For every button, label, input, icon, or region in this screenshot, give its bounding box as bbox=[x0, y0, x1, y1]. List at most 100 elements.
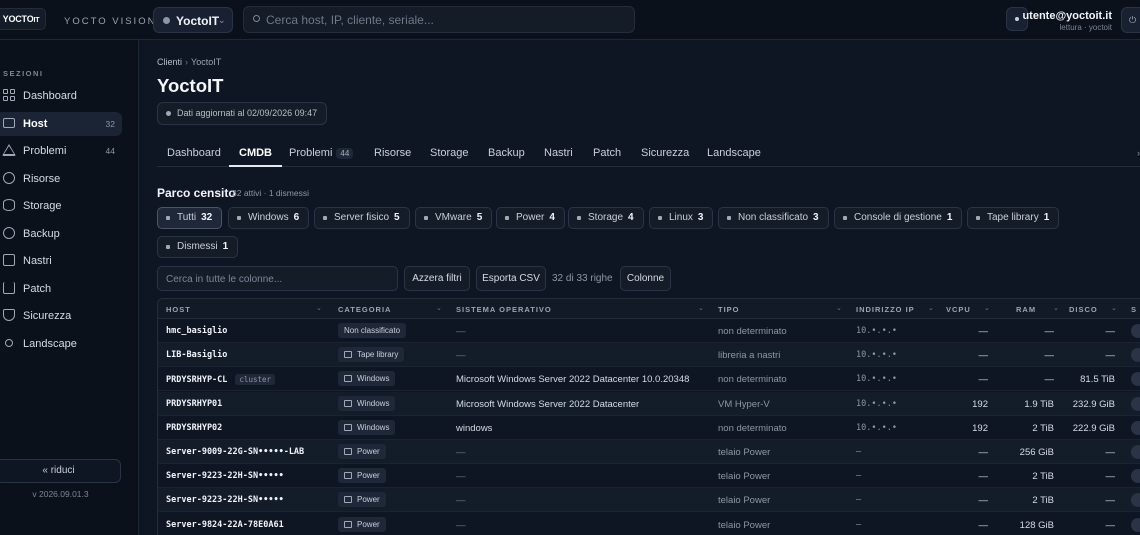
cell-disco: — bbox=[1105, 326, 1116, 337]
sidebar-item-label: Host bbox=[23, 117, 48, 130]
column-header-indirizzo-ip[interactable]: INDIRIZZO IP bbox=[856, 305, 915, 314]
sidebar-item-patch[interactable]: Patch bbox=[0, 277, 122, 301]
filter-chip-vmware[interactable]: VMware 5 bbox=[415, 207, 493, 229]
global-search[interactable] bbox=[243, 6, 635, 33]
chip-count: 3 bbox=[697, 212, 704, 223]
sort-icon[interactable]: ⌄ bbox=[436, 304, 442, 312]
tab-problemi[interactable]: Problemi 44 bbox=[289, 140, 354, 167]
column-header-categoria[interactable]: CATEGORIA bbox=[338, 305, 391, 314]
cell-host[interactable]: hmc_basiglio bbox=[166, 326, 227, 336]
sort-icon[interactable]: ⌄ bbox=[836, 304, 842, 312]
cell-ip: 10.•.•.• bbox=[856, 398, 897, 409]
sidebar-item-host[interactable]: Host 32 bbox=[0, 111, 122, 136]
tab-risorse[interactable]: Risorse bbox=[374, 140, 411, 167]
sidebar-item-storage[interactable]: Storage bbox=[0, 194, 122, 218]
cell-vcpu: 192 bbox=[972, 398, 988, 410]
table-row[interactable]: PRDYSRHYP-CL cluster Windows Microsoft Wind… bbox=[158, 367, 1140, 392]
sidebar-item-backup[interactable]: Backup bbox=[0, 222, 122, 246]
columns-button[interactable]: Colonne bbox=[620, 266, 671, 291]
user-info[interactable]: utente@yoctoit.it lettura · yoctoit bbox=[1022, 10, 1112, 32]
sort-icon[interactable]: ⌄ bbox=[698, 304, 704, 312]
sidebar-item-nastri[interactable]: Nastri bbox=[0, 249, 122, 273]
column-header-s[interactable]: S bbox=[1131, 305, 1137, 314]
tenant-selector[interactable]: YoctoIT ⌄ bbox=[153, 7, 233, 33]
filter-chip-server-fisico[interactable]: Server fisico 5 bbox=[314, 207, 410, 229]
export-csv-button[interactable]: Esporta CSV bbox=[476, 266, 546, 291]
filter-chip-storage[interactable]: Storage 4 bbox=[568, 207, 644, 229]
cell-os: — bbox=[456, 519, 466, 531]
cell-disco: — bbox=[1105, 519, 1116, 531]
cell-host[interactable]: LIB-Basiglio bbox=[166, 350, 227, 360]
sort-icon[interactable]: ⌄ bbox=[1111, 304, 1117, 312]
tab-storage[interactable]: Storage bbox=[430, 140, 469, 167]
cell-host[interactable]: PRDYSRHYP-CL cluster bbox=[166, 374, 276, 386]
tab-backup[interactable]: Backup bbox=[488, 140, 525, 167]
cell-host[interactable]: Server-9223-22H-SN••••• bbox=[166, 495, 284, 505]
table-filter-input[interactable] bbox=[166, 271, 391, 287]
search-icon bbox=[253, 15, 260, 22]
database-icon bbox=[3, 199, 15, 211]
column-header-tipo[interactable]: TIPO bbox=[718, 305, 740, 314]
tab-sicurezza[interactable]: Sicurezza bbox=[641, 140, 689, 167]
sidebar-item-landscape[interactable]: Landscape bbox=[0, 332, 122, 356]
table-row[interactable]: Server-9009-22G-SN•••••-LAB Power — telaio … bbox=[158, 440, 1140, 464]
column-header-host[interactable]: HOST bbox=[166, 305, 191, 314]
sort-icon[interactable]: ⌄ bbox=[1053, 304, 1059, 312]
sidebar-item-risorse[interactable]: Risorse bbox=[0, 167, 122, 191]
filter-chip-dismessi[interactable]: Dismessi 1 bbox=[157, 236, 239, 258]
filter-chip-windows[interactable]: Windows 6 bbox=[228, 207, 310, 229]
logo[interactable]: YOCTOIT bbox=[0, 8, 46, 30]
category-label: Power bbox=[357, 471, 380, 481]
table-filter[interactable] bbox=[157, 266, 398, 291]
filter-chip-power[interactable]: Power 4 bbox=[496, 207, 565, 229]
cell-host[interactable]: Server-9824-22A-78E0A61 bbox=[166, 520, 284, 530]
table-row[interactable]: PRDYSRHYP02 Windows windows non determinato… bbox=[158, 416, 1140, 440]
cell-host[interactable]: PRDYSRHYP02 bbox=[166, 423, 222, 433]
column-header-ram[interactable]: RAM bbox=[1016, 305, 1036, 314]
cell-host[interactable]: Server-9223-22H-SN••••• bbox=[166, 471, 284, 481]
sidebar-item-problemi[interactable]: Problemi 44 bbox=[0, 139, 122, 163]
table-row[interactable]: PRDYSRHYP01 Windows Microsoft Windows Serv… bbox=[158, 391, 1140, 416]
cell-host[interactable]: PRDYSRHYP01 bbox=[166, 399, 222, 409]
breadcrumb-root-link[interactable]: Clienti bbox=[157, 57, 182, 67]
cell-host[interactable]: Server-9009-22G-SN•••••-LAB bbox=[166, 447, 304, 457]
table-row[interactable]: Server-9824-22A-78E0A61 Power — telaio Powe… bbox=[158, 513, 1140, 535]
cell-tipo: telaio Power bbox=[718, 495, 771, 507]
reset-filters-button[interactable]: Azzera filtri bbox=[404, 266, 470, 291]
category-badge: Windows bbox=[338, 371, 396, 387]
sort-icon[interactable]: ⌄ bbox=[316, 304, 322, 312]
sidebar-item-count: 44 bbox=[105, 146, 115, 156]
column-header-disco[interactable]: DISCO bbox=[1069, 305, 1098, 314]
sidebar-nav: Dashboard Host 32 Problemi 44 Risorse St… bbox=[0, 84, 139, 359]
table-row[interactable]: hmc_basiglio Non classificato — non determi… bbox=[158, 319, 1140, 343]
user-role: lettura · yoctoit bbox=[1059, 23, 1112, 32]
table-row[interactable]: LIB-Basiglio Tape library — libreria a nast… bbox=[158, 343, 1140, 368]
column-header-vcpu[interactable]: VCPU bbox=[946, 305, 971, 314]
tab-landscape[interactable]: Landscape bbox=[707, 140, 761, 167]
tab-patch[interactable]: Patch bbox=[593, 140, 621, 167]
filter-chip-console-di-gestione[interactable]: Console di gestione 1 bbox=[834, 207, 963, 229]
table-row[interactable]: Server-9223-22H-SN••••• Power — telaio Powe… bbox=[158, 488, 1140, 513]
sidebar-item-dashboard[interactable]: Dashboard bbox=[0, 84, 122, 108]
filter-chip-tape-library[interactable]: Tape library 1 bbox=[967, 207, 1060, 229]
chip-count: 1 bbox=[946, 212, 953, 223]
cell-os: — bbox=[456, 447, 466, 458]
sort-icon[interactable]: ⌄ bbox=[928, 304, 934, 312]
tab-dashboard[interactable]: Dashboard bbox=[167, 140, 221, 167]
filter-chip-linux[interactable]: Linux 3 bbox=[649, 207, 714, 229]
tab-nastri[interactable]: Nastri bbox=[544, 140, 573, 167]
sidebar-item-sicurezza[interactable]: Sicurezza bbox=[0, 304, 122, 328]
top-bar: YOCTOIT YOCTO VISION YoctoIT ⌄ utente@yo… bbox=[0, 0, 1140, 40]
logout-button[interactable]: ⏻ bbox=[1121, 7, 1140, 33]
global-search-input[interactable] bbox=[266, 11, 626, 29]
column-header-sistema-operativo[interactable]: SISTEMA OPERATIVO bbox=[456, 305, 552, 314]
chip-label: Tape library bbox=[987, 212, 1039, 223]
table-row[interactable]: Server-9223-22H-SN••••• Power — telaio Powe… bbox=[158, 464, 1140, 489]
chip-count: 1 bbox=[1043, 212, 1050, 223]
tab-cmdb[interactable]: CMDB bbox=[229, 140, 282, 167]
table-header: HOST ⌄ CATEGORIA ⌄ SISTEMA OPERATIVO ⌄ TIPO… bbox=[158, 299, 1140, 319]
collapse-sidebar-button[interactable]: « riduci bbox=[0, 459, 121, 483]
sort-icon[interactable]: ⌄ bbox=[984, 304, 990, 312]
filter-chip-tutti[interactable]: Tutti 32 bbox=[157, 207, 223, 229]
filter-chip-non-classificato[interactable]: Non classificato 3 bbox=[718, 207, 829, 229]
